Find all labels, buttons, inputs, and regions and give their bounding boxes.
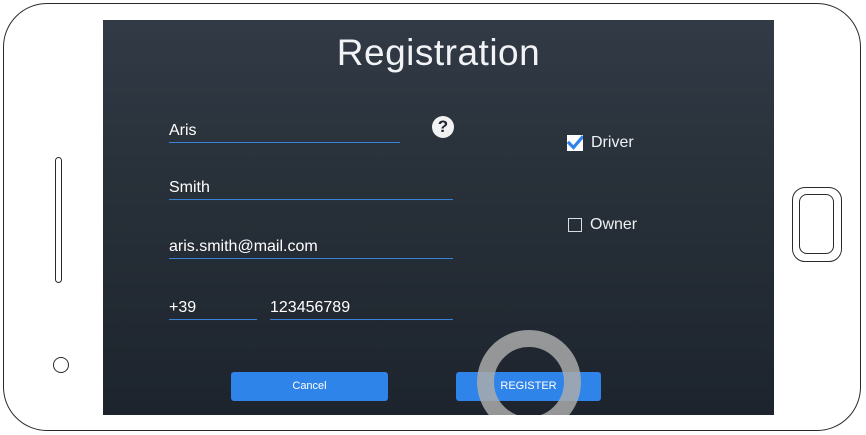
owner-label: Owner	[590, 216, 638, 233]
speaker-slot	[55, 157, 62, 283]
camera-dot	[53, 357, 69, 373]
last-name-input[interactable]	[169, 177, 453, 199]
role-option-owner[interactable]: Owner	[568, 216, 637, 234]
last-name-field	[169, 177, 453, 200]
cancel-button[interactable]: Cancel	[231, 372, 388, 401]
page-title: Registration	[336, 32, 541, 73]
app-screen: Registration ? Driver Owner Cancel REGIS	[103, 20, 774, 415]
driver-checkbox[interactable]	[567, 135, 583, 151]
email-input[interactable]	[169, 236, 453, 258]
first-name-input[interactable]	[169, 120, 400, 142]
checkmark-icon	[567, 135, 583, 151]
first-name-field	[169, 120, 400, 143]
help-icon[interactable]: ?	[432, 116, 454, 138]
home-button[interactable]	[792, 187, 842, 262]
email-field	[169, 236, 453, 259]
phone-number-field	[270, 297, 453, 320]
home-button-inner	[799, 194, 834, 254]
owner-checkbox[interactable]	[568, 218, 582, 232]
phone-prefix-input[interactable]	[169, 297, 257, 319]
phone-prefix-field	[169, 297, 257, 320]
register-button[interactable]: REGISTER	[456, 372, 601, 401]
phone-number-input[interactable]	[270, 297, 453, 319]
role-option-driver[interactable]: Driver	[567, 134, 634, 152]
driver-label: Driver	[591, 134, 634, 151]
